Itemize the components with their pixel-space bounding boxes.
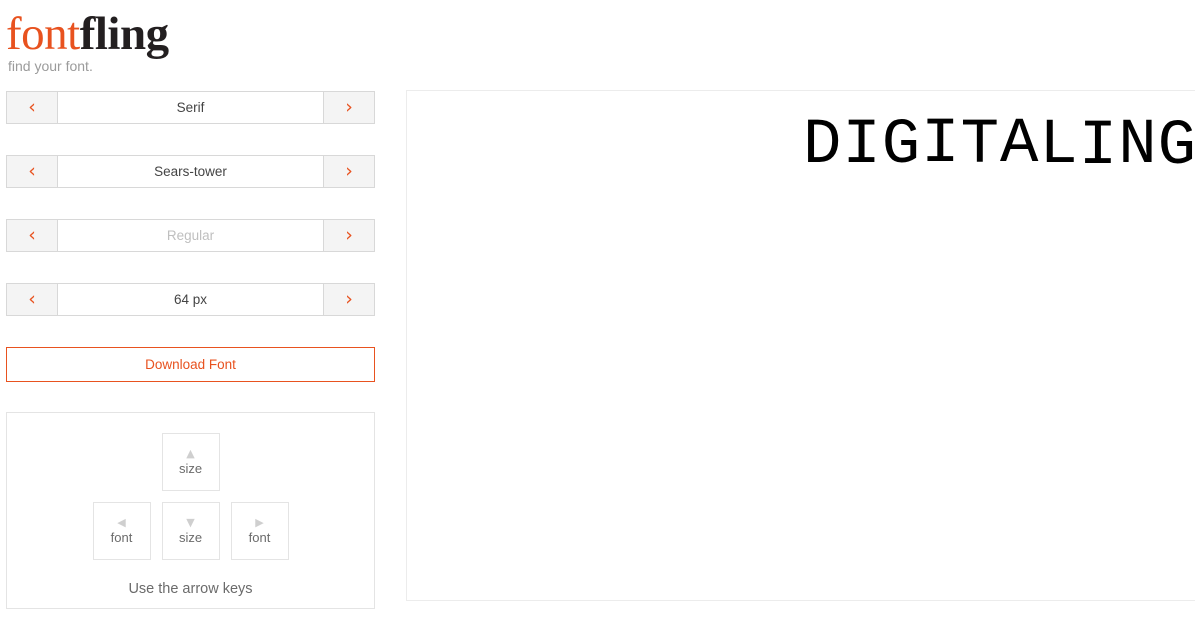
font-preview-panel: DIGITALING (406, 90, 1195, 601)
arrow-key-right-label: font (249, 530, 271, 545)
keyboard-hint-caption: Use the arrow keys (7, 581, 374, 597)
arrow-key-up[interactable]: ▲ size (162, 433, 220, 491)
weight-prev-icon[interactable]: ‹ (6, 219, 57, 252)
arrow-key-grid: ▲ size ◀ font ▼ size ▶ font (7, 433, 374, 560)
sidebar: fontfling find your font. ‹ Serif › ‹ Se… (0, 0, 382, 620)
arrow-key-down[interactable]: ▼ size (162, 502, 220, 560)
logo-word-font: font (6, 8, 80, 60)
keyboard-hint-panel: ▲ size ◀ font ▼ size ▶ font Use the arro… (6, 412, 375, 609)
category-value[interactable]: Serif (57, 91, 324, 124)
arrow-right-icon: ▶ (255, 517, 263, 528)
arrow-key-row-bottom: ◀ font ▼ size ▶ font (93, 502, 289, 560)
category-next-icon[interactable]: › (324, 91, 375, 124)
logo-word-fling: fling (80, 8, 169, 60)
arrow-key-up-label: size (179, 461, 202, 476)
weight-selector: ‹ Regular › (6, 219, 375, 252)
weight-next-icon[interactable]: › (324, 219, 375, 252)
weight-value[interactable]: Regular (57, 219, 324, 252)
font-preview-text: DIGITALING (803, 109, 1195, 183)
arrow-key-left[interactable]: ◀ font (93, 502, 151, 560)
logo-tagline: find your font. (6, 58, 366, 74)
arrow-key-row-top: ▲ size (162, 433, 220, 491)
font-value[interactable]: Sears-tower (57, 155, 324, 188)
category-prev-icon[interactable]: ‹ (6, 91, 57, 124)
arrow-key-right[interactable]: ▶ font (231, 502, 289, 560)
size-next-icon[interactable]: › (324, 283, 375, 316)
font-next-icon[interactable]: › (324, 155, 375, 188)
size-value[interactable]: 64 px (57, 283, 324, 316)
font-prev-icon[interactable]: ‹ (6, 155, 57, 188)
arrow-key-left-label: font (111, 530, 133, 545)
size-selector: ‹ 64 px › (6, 283, 375, 316)
size-prev-icon[interactable]: ‹ (6, 283, 57, 316)
logo-wordmark: fontfling (6, 8, 366, 60)
arrow-down-icon: ▼ (186, 517, 194, 528)
arrow-left-icon: ◀ (117, 517, 125, 528)
font-selector: ‹ Sears-tower › (6, 155, 375, 188)
app-logo: fontfling find your font. (6, 8, 366, 78)
arrow-key-down-label: size (179, 530, 202, 545)
download-font-button[interactable]: Download Font (6, 347, 375, 382)
arrow-up-icon: ▲ (186, 448, 194, 459)
category-selector: ‹ Serif › (6, 91, 375, 124)
